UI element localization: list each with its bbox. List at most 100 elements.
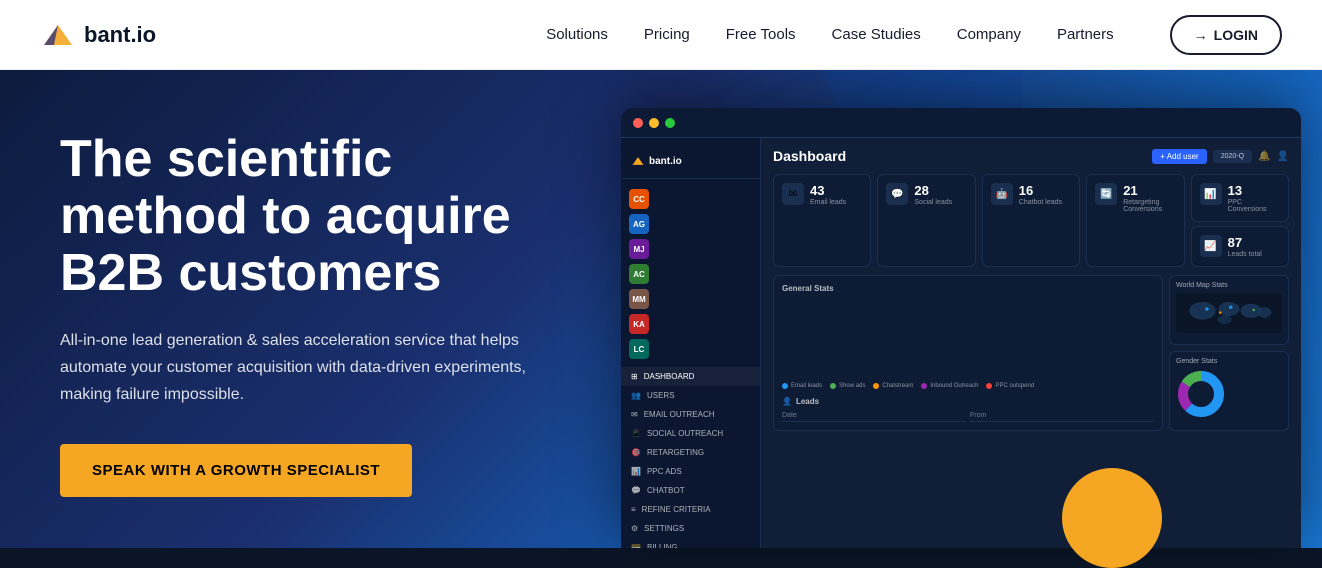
legend-dot bbox=[986, 383, 992, 389]
navigation: bant.io Solutions Pricing Free Tools Cas… bbox=[0, 0, 1322, 70]
social-stat-icon: 💬 bbox=[886, 183, 908, 205]
avatar-mj: MJ bbox=[629, 239, 649, 259]
stat-card-retargeting: 🔄 21 Retargeting Conversions bbox=[1086, 174, 1184, 267]
stat-card-ppc: 📊 13 PPC Conversions bbox=[1191, 174, 1289, 222]
avatar-lc: LC bbox=[629, 339, 649, 359]
gender-stats-title: Gender Stats bbox=[1176, 358, 1282, 365]
ppc-stat-label: PPC Conversions bbox=[1228, 199, 1280, 213]
sidebar-label-settings: SETTINGS bbox=[644, 524, 684, 533]
chatbot-icon: 💬 bbox=[631, 486, 641, 495]
nav-free-tools[interactable]: Free Tools bbox=[726, 26, 796, 43]
add-user-button[interactable]: + Add user bbox=[1152, 149, 1206, 164]
leads-icon: 👤 bbox=[782, 397, 792, 406]
sidebar-item-email[interactable]: ✉ EMAIL OUTREACH bbox=[621, 405, 760, 424]
logo[interactable]: bant.io bbox=[40, 17, 156, 53]
sidebar-label-retargeting: RETARGETING bbox=[647, 448, 704, 457]
sidebar-logo: bant.io bbox=[621, 148, 760, 179]
sidebar-label-ppc: PPC ADS bbox=[647, 467, 682, 476]
leads-col-from: From bbox=[970, 410, 1154, 422]
legend-dot bbox=[873, 383, 879, 389]
legend-item-chat: Chatstream bbox=[873, 383, 913, 389]
social-icon: 📱 bbox=[631, 429, 641, 438]
sidebar-label-refine: REFINE CRITERIA bbox=[642, 505, 711, 514]
legend-label: Inbound Outreach bbox=[930, 383, 978, 389]
hero-right: bant.io CC AG MJ AC MM KA LC ⊞ DASH bbox=[600, 70, 1322, 548]
leads-title: 👤 Leads bbox=[782, 397, 1154, 406]
legend-item-ppc: PPC outspend bbox=[986, 383, 1034, 389]
dash-title: Dashboard bbox=[773, 148, 846, 164]
total-stat-label: Leads total bbox=[1228, 251, 1262, 258]
sidebar-label-users: USERS bbox=[647, 391, 675, 400]
world-map-title: World Map Stats bbox=[1176, 282, 1282, 289]
refine-icon: ≡ bbox=[631, 505, 636, 514]
retargeting-stat-num: 21 bbox=[1123, 183, 1175, 198]
gender-donut-chart bbox=[1176, 369, 1226, 419]
legend-label: Chatstream bbox=[882, 383, 913, 389]
sidebar-item-refine[interactable]: ≡ REFINE CRITERIA bbox=[621, 500, 760, 519]
cta-button[interactable]: SPEAK WITH A GROWTH SPECIALIST bbox=[60, 444, 412, 497]
legend-label: Email leads bbox=[791, 383, 822, 389]
dashboard-icon: ⊞ bbox=[631, 372, 638, 381]
sidebar-item-chatbot[interactable]: 💬 CHATBOT bbox=[621, 481, 760, 500]
sidebar-item-ppc[interactable]: 📊 PPC ADS bbox=[621, 462, 760, 481]
leads-label: Leads bbox=[796, 397, 819, 406]
window-min-dot bbox=[649, 118, 659, 128]
ppc-icon: 📊 bbox=[631, 467, 641, 476]
stat-card-email: ✉ 43 Email leads bbox=[773, 174, 871, 267]
legend-dot bbox=[830, 383, 836, 389]
sidebar-item-billing[interactable]: 💳 BILLING bbox=[621, 538, 760, 548]
world-map-visual bbox=[1176, 293, 1282, 333]
date-badge: 2020-Q bbox=[1213, 150, 1252, 163]
login-label: LOGIN bbox=[1214, 27, 1258, 43]
email-stat-icon: ✉ bbox=[782, 183, 804, 205]
nav-company[interactable]: Company bbox=[957, 26, 1021, 43]
dashboard-window: bant.io CC AG MJ AC MM KA LC ⊞ DASH bbox=[621, 108, 1301, 548]
leads-section: 👤 Leads Date From bbox=[782, 397, 1154, 422]
leads-col-date: Date bbox=[782, 410, 966, 422]
sidebar-item-settings[interactable]: ⚙ SETTINGS bbox=[621, 519, 760, 538]
sidebar-item-dashboard[interactable]: ⊞ DASHBOARD bbox=[621, 367, 760, 386]
charts-row: General Stats bbox=[773, 275, 1289, 431]
avatar-cc: CC bbox=[629, 189, 649, 209]
email-icon: ✉ bbox=[631, 410, 638, 419]
dash-actions: + Add user 2020-Q 🔔 👤 bbox=[1152, 149, 1289, 164]
stat-card-total: 📈 87 Leads total bbox=[1191, 226, 1289, 267]
nav-partners[interactable]: Partners bbox=[1057, 26, 1114, 43]
nav-pricing[interactable]: Pricing bbox=[644, 26, 690, 43]
nav-case-studies[interactable]: Case Studies bbox=[832, 26, 921, 43]
social-stat-num: 28 bbox=[914, 183, 952, 198]
avatar-ag: AG bbox=[629, 214, 649, 234]
window-close-dot bbox=[633, 118, 643, 128]
sidebar-logo-text: bant.io bbox=[649, 156, 682, 167]
side-charts: World Map Stats bbox=[1169, 275, 1289, 431]
sidebar-item-users[interactable]: 👥 USERS bbox=[621, 386, 760, 405]
nav-links: Solutions Pricing Free Tools Case Studie… bbox=[546, 15, 1282, 55]
sidebar-label-email: EMAIL OUTREACH bbox=[644, 410, 715, 419]
billing-icon: 💳 bbox=[631, 543, 641, 548]
retargeting-stat-label: Retargeting Conversions bbox=[1123, 199, 1175, 213]
stat-card-social: 💬 28 Social leads bbox=[877, 174, 975, 267]
legend-label: Show ads bbox=[839, 383, 865, 389]
login-button[interactable]: → LOGIN bbox=[1170, 15, 1282, 55]
window-body: bant.io CC AG MJ AC MM KA LC ⊞ DASH bbox=[621, 138, 1301, 548]
sidebar-label-chatbot: CHATBOT bbox=[647, 486, 685, 495]
legend-item-show: Show ads bbox=[830, 383, 865, 389]
world-map-box: World Map Stats bbox=[1169, 275, 1289, 345]
ppc-stat-num: 13 bbox=[1228, 183, 1280, 198]
hero-left: The scientific method to acquire B2B cus… bbox=[0, 70, 600, 548]
user-avatar-icon[interactable]: 👤 bbox=[1277, 151, 1289, 162]
notification-icon[interactable]: 🔔 bbox=[1258, 151, 1270, 162]
sidebar-label-billing: BILLING bbox=[647, 543, 678, 548]
nav-solutions[interactable]: Solutions bbox=[546, 26, 608, 43]
sidebar-item-social[interactable]: 📱 SOCIAL OUTREACH bbox=[621, 424, 760, 443]
users-icon: 👥 bbox=[631, 391, 641, 400]
login-arrow-icon: → bbox=[1194, 27, 1208, 43]
total-stat-num: 87 bbox=[1228, 235, 1262, 250]
sidebar-item-retargeting[interactable]: 🎯 RETARGETING bbox=[621, 443, 760, 462]
chatbot-stat-num: 16 bbox=[1019, 183, 1062, 198]
general-stats-chart: General Stats bbox=[773, 275, 1163, 431]
email-stat-num: 43 bbox=[810, 183, 846, 198]
total-stat-icon: 📈 bbox=[1200, 235, 1222, 257]
retargeting-stat-icon: 🔄 bbox=[1095, 183, 1117, 205]
chatbot-stat-icon: 🤖 bbox=[991, 183, 1013, 205]
